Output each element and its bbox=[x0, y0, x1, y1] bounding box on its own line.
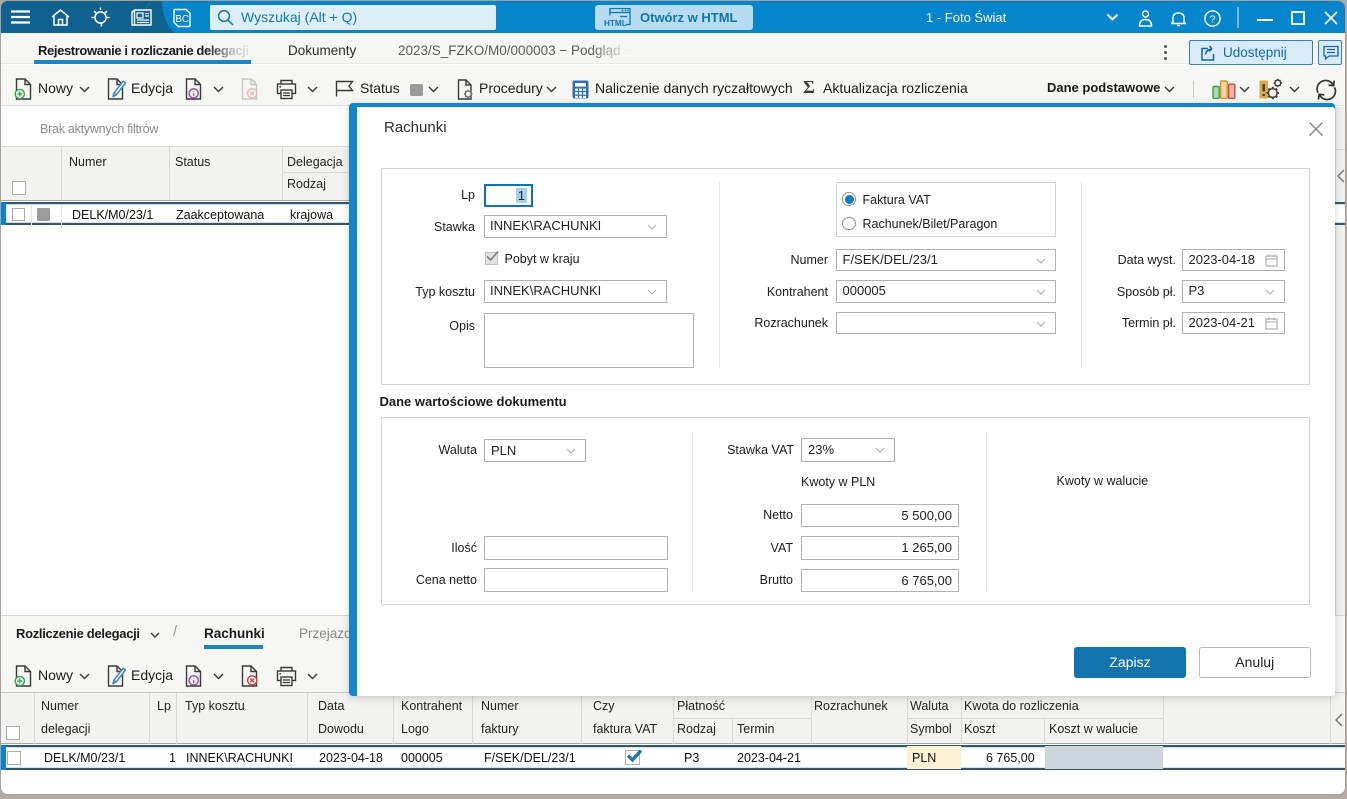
svg-text:BC: BC bbox=[175, 14, 189, 25]
svg-text:?: ? bbox=[1210, 13, 1216, 25]
svg-text:HTML: HTML bbox=[604, 19, 627, 28]
